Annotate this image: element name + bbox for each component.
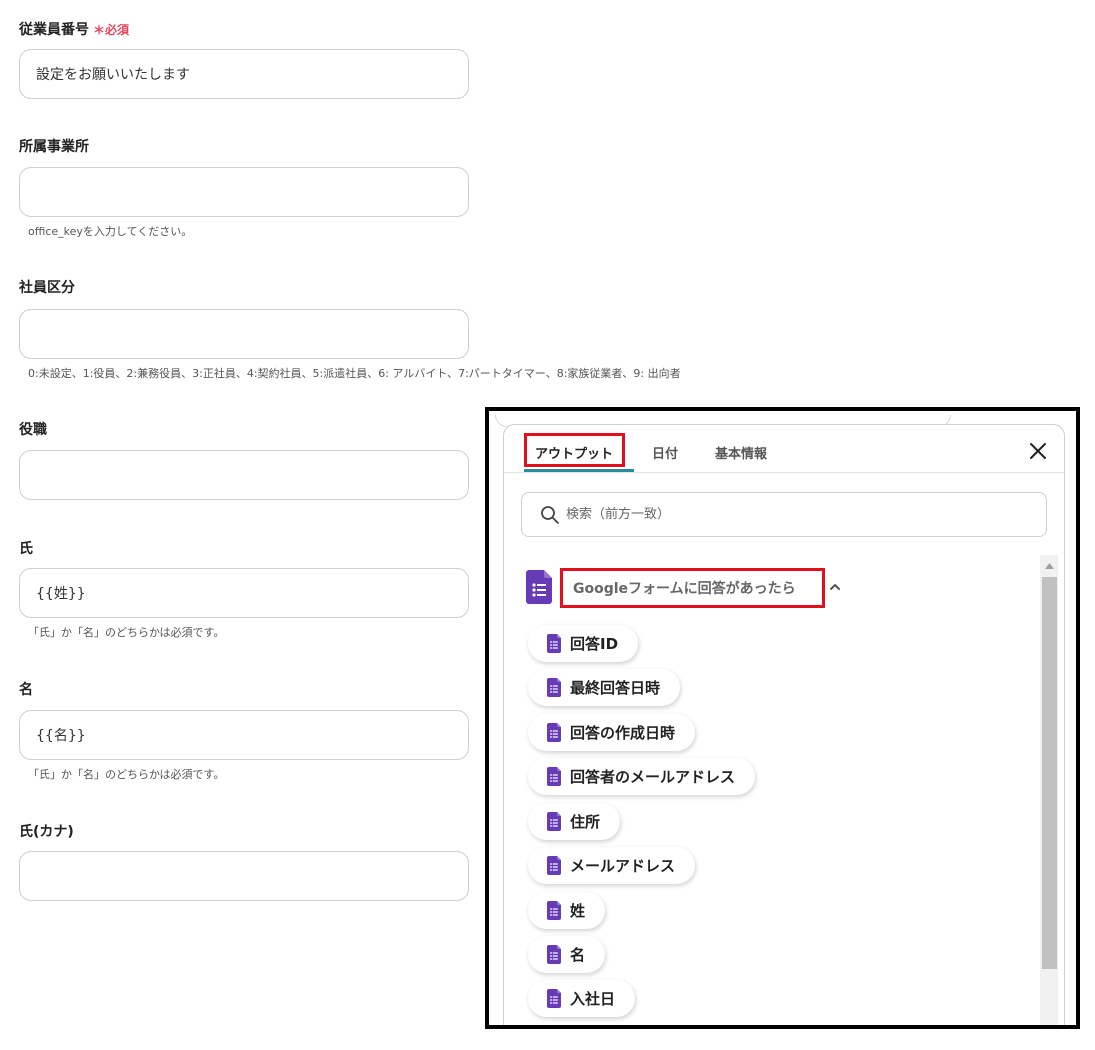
google-forms-icon <box>526 570 552 604</box>
close-icon <box>1030 443 1046 459</box>
output-item-label: 回答者のメールアドレス <box>570 768 736 786</box>
google-forms-icon <box>547 812 561 831</box>
google-forms-icon <box>547 901 561 920</box>
output-picker-frame: アウトプット 日付 基本情報 検索（前方一致） Googleフォームに回答があっ… <box>485 407 1080 1029</box>
output-item-label: 回答の作成日時 <box>570 724 676 742</box>
first-name-label: 名 <box>19 682 33 698</box>
office-input[interactable] <box>19 167 469 217</box>
output-item-chip[interactable]: 住所 <box>528 803 621 840</box>
output-item-label: メールアドレス <box>570 857 676 875</box>
output-item-label: 住所 <box>570 813 601 831</box>
employee-number-label: 従業員番号 ＊必須 <box>19 22 130 38</box>
tab-output[interactable]: アウトプット <box>535 443 613 462</box>
scroll-up-arrow-icon[interactable] <box>1045 563 1054 569</box>
output-item-chip[interactable]: 回答ID <box>528 625 639 662</box>
employee-type-help-text: 0:未設定、1:役員、2:兼務役員、3:正社員、4:契約社員、5:派遣社員、6:… <box>28 367 681 380</box>
search-icon <box>541 505 559 524</box>
employee-type-label: 社員区分 <box>19 280 75 296</box>
office-label: 所属事業所 <box>19 139 89 155</box>
output-item-label: 最終回答日時 <box>570 679 661 697</box>
active-tab-indicator <box>524 469 634 472</box>
output-item-chip[interactable]: 回答者のメールアドレス <box>528 758 756 795</box>
google-forms-icon <box>547 723 561 742</box>
output-item-chip[interactable]: 最終回答日時 <box>528 669 681 706</box>
output-item-chip[interactable]: 回答の作成日時 <box>528 714 696 751</box>
google-forms-icon <box>547 634 561 653</box>
first-name-input[interactable]: {{名}} <box>19 710 469 760</box>
tab-basic-info[interactable]: 基本情報 <box>715 443 767 462</box>
search-box <box>521 492 1047 537</box>
output-item-label: 姓 <box>570 902 586 920</box>
last-name-kana-label: 氏(カナ) <box>19 824 74 840</box>
first-name-help-text: 「氏」か「名」のどちらかは必須です。 <box>28 768 225 781</box>
google-forms-icon <box>547 989 561 1008</box>
employee-type-input[interactable] <box>19 309 469 359</box>
last-name-kana-input[interactable] <box>19 851 469 901</box>
employee-type-field: 社員区分 0:未設定、1:役員、2:兼務役員、3:正社員、4:契約社員、5:派遣… <box>19 278 681 380</box>
tab-date[interactable]: 日付 <box>652 443 678 462</box>
google-forms-icon <box>547 945 561 964</box>
position-input[interactable] <box>19 450 469 500</box>
google-forms-icon <box>547 856 561 875</box>
group-title: Googleフォームに回答があったら <box>560 568 825 608</box>
picker-tabs: アウトプット 日付 基本情報 <box>504 425 1064 473</box>
scrollbar[interactable] <box>1040 555 1058 1025</box>
search-input[interactable] <box>566 507 1006 522</box>
output-item-chip[interactable]: メールアドレス <box>528 847 696 884</box>
last-name-field: 氏 {{姓}} 「氏」か「名」のどちらかは必須です。 <box>19 539 469 639</box>
output-item-chip[interactable]: 名 <box>528 936 606 973</box>
output-item-label: 入社日 <box>570 990 616 1008</box>
scrollbar-thumb[interactable] <box>1042 577 1057 969</box>
office-field: 所属事業所 office_keyを入力してください。 <box>19 137 469 238</box>
employee-number-field: 従業員番号 ＊必須 設定をお願いいたします <box>19 20 469 99</box>
last-name-kana-field: 氏(カナ) <box>19 822 469 901</box>
required-badge: ＊必須 <box>93 23 130 37</box>
office-help-text: office_keyを入力してください。 <box>28 225 193 238</box>
employee-number-input[interactable]: 設定をお願いいたします <box>19 49 469 99</box>
google-forms-icon <box>547 767 561 786</box>
output-item-chip[interactable]: 姓 <box>528 892 606 929</box>
last-name-help-text: 「氏」か「名」のどちらかは必須です。 <box>28 626 225 639</box>
output-group-header[interactable]: Googleフォームに回答があったら <box>526 568 866 608</box>
position-label: 役職 <box>19 422 47 438</box>
output-item-label: 回答ID <box>570 635 619 653</box>
output-item-label: 名 <box>570 946 586 964</box>
last-name-input[interactable]: {{姓}} <box>19 568 469 618</box>
position-field: 役職 <box>19 420 469 500</box>
close-button[interactable] <box>1028 441 1048 461</box>
first-name-field: 名 {{名}} 「氏」か「名」のどちらかは必須です。 <box>19 680 469 781</box>
output-item-chip[interactable]: 入社日 <box>528 980 636 1017</box>
chevron-up-icon[interactable] <box>828 580 842 594</box>
output-picker-panel: アウトプット 日付 基本情報 検索（前方一致） Googleフォームに回答があっ… <box>503 424 1065 1025</box>
last-name-label: 氏 <box>19 541 33 557</box>
google-forms-icon <box>547 678 561 697</box>
